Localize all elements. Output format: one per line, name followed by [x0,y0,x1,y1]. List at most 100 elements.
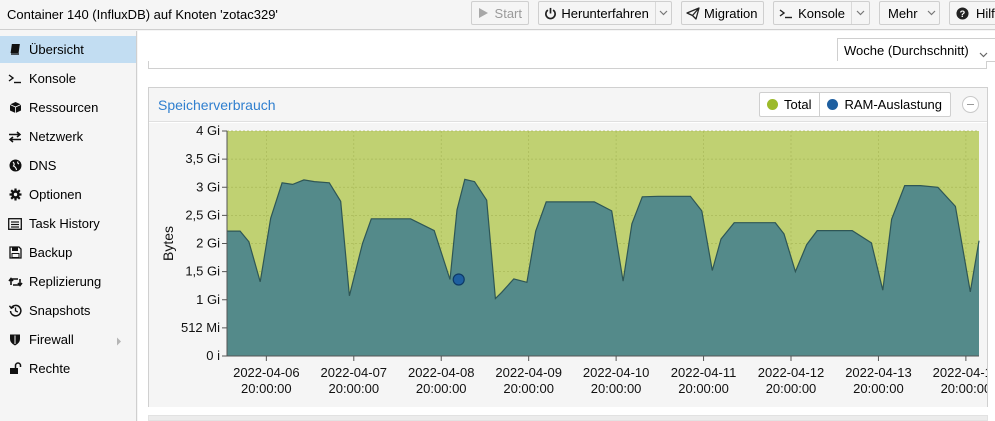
y-axis-label: Bytes [160,226,176,261]
x-tick-label-time: 20:00:00 [328,381,379,396]
x-tick-label-date: 2022-04-09 [495,365,562,380]
sidebar-item-options[interactable]: Optionen [0,181,136,208]
sidebar-item-firewall[interactable]: Firewall [0,326,136,353]
x-tick-label-time: 20:00:00 [241,381,292,396]
shield-icon [0,333,29,346]
y-tick-label: 4 Gi [196,123,220,138]
sidebar: Übersicht Konsole Ressourcen Netzwerk DN… [0,31,137,421]
timeframe-select[interactable]: Woche (Durchschnitt) [837,38,995,62]
x-tick-label-time: 20:00:00 [853,381,904,396]
panel-title: Speicherverbrauch [158,97,276,113]
sidebar-item-snapshots[interactable]: Snapshots [0,297,136,324]
collapse-icon[interactable] [962,96,979,113]
sidebar-item-label: Ressourcen [29,100,99,115]
more-label: Mehr [888,5,918,21]
console-label: Konsole [798,5,846,21]
migration-button[interactable]: Migration [681,1,764,25]
y-tick-label: 2,5 Gi [185,207,220,222]
x-tick-label-time: 20:00:00 [591,381,642,396]
sidebar-item-task-history[interactable]: Task History [0,210,136,237]
sidebar-item-label: Netzwerk [29,129,84,144]
sidebar-item-replication[interactable]: Replizierung [0,268,136,295]
x-tick-label-time: 20:00:00 [941,381,987,396]
main-content: Woche (Durchschnitt) Speicherverbrauch T… [138,31,995,421]
x-tick-label-date: 2022-04-06 [233,365,299,380]
y-tick-label: 1,5 Gi [185,264,220,279]
play-icon [472,7,491,19]
y-tick-label: 512 Mi [181,320,220,335]
sidebar-item-backup[interactable]: Backup [0,239,136,266]
help-label: Hilfe [975,5,995,21]
hover-marker [452,273,465,286]
chart-legend: Total RAM-Auslastung [759,92,952,117]
y-tick-label: 3,5 Gi [185,151,220,166]
memory-chart: 0 i 512 Mi 1 Gi 1,5 Gi 2 Gi 2,5 Gi 3 Gi 3,5 Gi 4… [160,123,995,396]
sidebar-item-label: Firewall [29,332,74,347]
x-tick-label-date: 2022-04-11 [671,365,737,380]
globe-icon [0,159,29,172]
sidebar-item-overview[interactable]: Übersicht [0,36,136,63]
sidebar-item-dns[interactable]: DNS [0,152,136,179]
power-icon [539,7,557,20]
chart-area: 0 i 512 Mi 1 Gi 1,5 Gi 2 Gi 2,5 Gi 3 Gi 3,5 Gi 4… [149,123,995,407]
sidebar-item-label: DNS [29,158,57,173]
console-button[interactable]: Konsole [773,1,870,25]
more-button[interactable]: Mehr [879,1,940,25]
y-tick-label: 2 Gi [196,236,220,251]
migration-label: Migration [704,5,758,21]
next-panel-edge [148,415,988,421]
legend-item-total[interactable]: Total [760,93,819,116]
y-tick-label: 1 Gi [196,292,220,307]
sidebar-item-label: Task History [29,216,100,231]
chevron-down-icon [979,46,988,61]
top-bar: Container 140 (InfluxDB) auf Knoten 'zot… [0,0,995,30]
sidebar-item-label: Übersicht [29,42,84,57]
start-button[interactable]: Start [471,1,529,25]
sidebar-item-label: Snapshots [29,303,91,318]
paper-plane-icon [682,6,700,20]
sidebar-item-resources[interactable]: Ressourcen [0,94,136,121]
legend-dot-icon [827,99,839,110]
cube-icon [0,101,29,114]
sidebar-item-label: Backup [29,245,73,260]
sidebar-item-console[interactable]: Konsole [0,65,136,92]
sidebar-item-permissions[interactable]: Rechte [0,355,136,382]
y-tick-label: 3 Gi [196,179,220,194]
memory-usage-panel: Speicherverbrauch Total RAM-Auslastung 0… [148,87,995,407]
help-button[interactable]: ? Hilfe [949,1,995,25]
start-label: Start [494,5,522,21]
sidebar-item-network[interactable]: Netzwerk [0,123,136,150]
terminal-icon [774,8,794,19]
x-tick-label-date: 2022-04-10 [583,365,650,380]
gear-icon [0,188,29,201]
sidebar-item-label: Rechte [29,361,71,376]
x-tick-label-date: 2022-04-07 [321,365,388,380]
panel-header: Speicherverbrauch Total RAM-Auslastung [149,88,987,122]
page-title: Container 140 (InfluxDB) auf Knoten 'zot… [7,7,278,22]
shutdown-button[interactable]: Herunterfahren [538,1,672,25]
book-icon [0,43,29,56]
x-tick-label-time: 20:00:00 [503,381,554,396]
previous-panel-edge [148,61,987,69]
terminal-icon [0,73,29,84]
legend-label: Total [784,97,812,112]
list-icon [0,217,29,230]
shutdown-label: Herunterfahren [561,5,649,21]
legend-dot-icon [767,99,778,110]
chevron-right-icon [116,334,122,349]
exchange-icon [0,130,29,143]
chevron-down-icon[interactable] [851,2,869,24]
y-tick-label: 0 i [206,348,220,363]
sidebar-item-label: Replizierung [29,274,102,289]
x-tick-label-time: 20:00:00 [416,381,467,396]
floppy-icon [0,246,29,259]
legend-label: RAM-Auslastung [844,97,943,112]
x-tick-label-time: 20:00:00 [766,381,817,396]
chevron-down-icon[interactable] [654,2,671,24]
chevron-down-icon [924,2,939,24]
question-icon: ? [950,6,972,20]
legend-item-ram[interactable]: RAM-Auslastung [819,93,950,116]
sidebar-item-label: Optionen [29,187,82,202]
history-icon [0,304,29,317]
x-tick-label-date: 2022-04-12 [758,365,825,380]
